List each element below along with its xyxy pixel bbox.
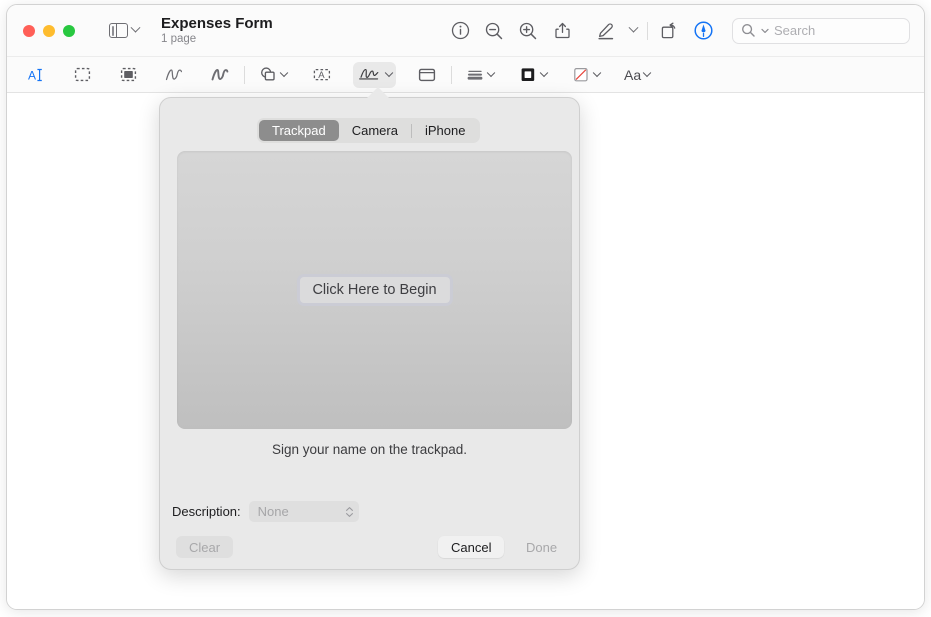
highlight-button[interactable]: [589, 16, 623, 46]
zoom-out-button[interactable]: [477, 16, 511, 46]
search-chevron-down-icon: [761, 28, 769, 33]
signature-icon: [359, 68, 379, 80]
minimize-button[interactable]: [43, 24, 55, 37]
segment-camera[interactable]: Camera: [339, 120, 411, 141]
shape-style-tool[interactable]: [461, 62, 498, 88]
toolbar-divider: [451, 65, 452, 84]
chevron-down-icon: [345, 512, 353, 517]
text-selection-tool[interactable]: A: [21, 62, 51, 88]
done-button[interactable]: Done: [513, 536, 570, 558]
shapes-icon: [261, 67, 275, 81]
preview-window: Expenses Form 1 page Search A A Aa Track…: [6, 4, 925, 610]
popover-button-row: Clear Cancel Done: [160, 536, 579, 560]
chevron-down-icon: [384, 68, 394, 77]
text-box-tool[interactable]: A: [307, 62, 337, 88]
shape-style-icon: [467, 70, 483, 80]
draw-icon: [211, 69, 229, 81]
text-style-tool[interactable]: Aa: [620, 62, 654, 88]
zoom-in-button[interactable]: [511, 16, 545, 46]
zoom-in-icon: [519, 22, 537, 39]
text-style-label: Aa: [624, 66, 642, 83]
sidebar-toggle-button[interactable]: [109, 22, 141, 38]
signature-capture-area[interactable]: Click Here to Begin: [177, 151, 572, 429]
chevron-down-icon: [130, 22, 141, 33]
signature-hint-text: Sign your name on the trackpad.: [271, 442, 468, 457]
traffic-lights: [23, 24, 75, 37]
description-select[interactable]: None: [248, 501, 359, 522]
border-color-tool[interactable]: [514, 62, 551, 88]
segment-trackpad[interactable]: Trackpad: [259, 120, 339, 141]
toolbar-divider: [244, 65, 245, 84]
fill-color-icon: [574, 67, 588, 82]
chevron-down-icon: [628, 22, 638, 33]
markup-icon: [693, 21, 713, 40]
description-value: None: [257, 504, 289, 519]
click-here-to-begin-button[interactable]: Click Here to Begin: [296, 274, 453, 306]
note-icon: [418, 68, 436, 82]
rectangular-selection-tool[interactable]: [67, 62, 97, 88]
toolbar-divider: [647, 21, 648, 40]
shapes-tool[interactable]: [254, 62, 291, 88]
instant-alpha-tool[interactable]: [113, 62, 143, 88]
zoom-out-icon: [485, 22, 503, 39]
search-placeholder: Search: [774, 23, 816, 38]
chevron-down-icon: [539, 68, 549, 77]
chevron-down-icon: [279, 68, 289, 77]
close-button[interactable]: [23, 24, 35, 37]
rotate-button[interactable]: [652, 16, 686, 46]
page-subtitle: 1 page: [161, 33, 197, 46]
signature-popover: Trackpad Camera iPhone Click Here to Beg…: [159, 87, 580, 570]
description-row: Description: None: [172, 501, 359, 522]
clear-button[interactable]: Clear: [176, 536, 234, 558]
sketch-tool[interactable]: [159, 62, 189, 88]
border-color-icon: [521, 68, 535, 81]
instant-alpha-icon: [120, 67, 136, 82]
titlebar-actions: Search: [443, 5, 910, 56]
signature-source-segmented-control: Trackpad Camera iPhone: [257, 118, 481, 143]
sketch-icon: [165, 69, 183, 81]
title-bar: Expenses Form 1 page Search: [7, 5, 924, 56]
segment-iphone[interactable]: iPhone: [412, 120, 478, 141]
svg-text:A: A: [28, 68, 36, 82]
description-label: Description:: [172, 504, 241, 519]
cancel-button[interactable]: Cancel: [438, 536, 505, 558]
rectangular-selection-icon: [74, 67, 90, 82]
text-selection-icon: A: [28, 68, 42, 82]
chevron-down-icon: [592, 68, 602, 77]
page-title: Expenses Form: [161, 14, 273, 32]
markup-toolbar: A A Aa: [7, 56, 924, 93]
chevron-up-icon: [345, 506, 353, 511]
info-icon: [451, 21, 469, 40]
highlight-options-button[interactable]: [623, 16, 643, 46]
text-box-icon: A: [313, 68, 331, 81]
chevron-down-icon: [486, 68, 496, 77]
markup-toolbar-button[interactable]: [686, 16, 720, 46]
share-icon: [554, 22, 570, 39]
info-button[interactable]: [443, 16, 477, 46]
sidebar-icon: [109, 23, 128, 38]
highlight-pen-icon: [598, 22, 614, 39]
document-title-block: Expenses Form 1 page: [161, 15, 273, 46]
signature-tool[interactable]: [353, 61, 396, 88]
stepper-chevrons-icon: [345, 506, 353, 517]
search-field[interactable]: Search: [732, 17, 910, 44]
svg-text:A: A: [318, 70, 325, 81]
rotate-icon: [661, 22, 676, 38]
fill-color-tool[interactable]: [567, 62, 604, 88]
chevron-down-icon: [642, 68, 652, 77]
draw-tool[interactable]: [205, 62, 235, 88]
note-tool[interactable]: [412, 62, 442, 88]
search-icon: [742, 24, 755, 37]
share-button[interactable]: [545, 16, 579, 46]
maximize-button[interactable]: [63, 24, 75, 37]
